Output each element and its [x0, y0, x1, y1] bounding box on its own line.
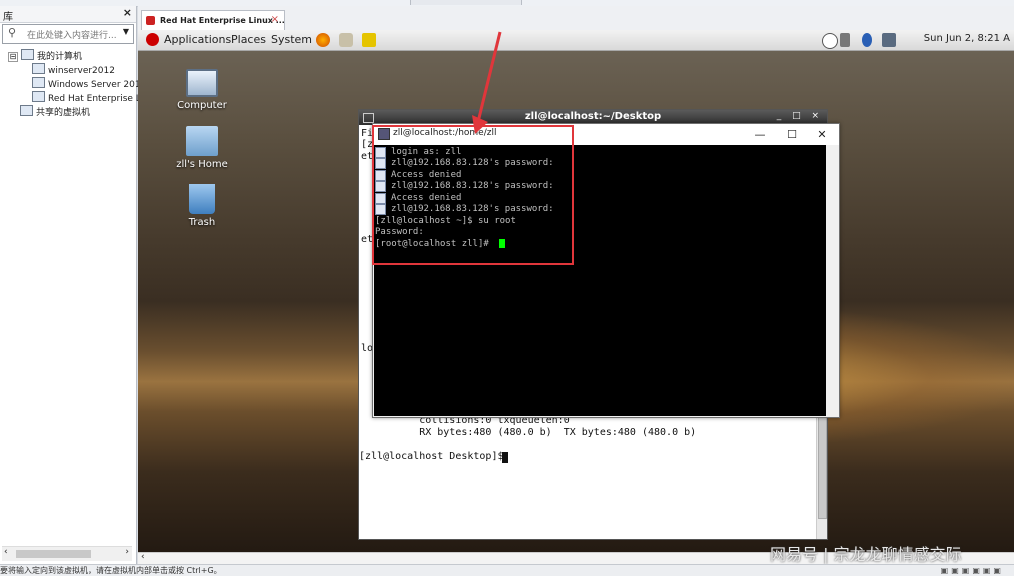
tree-item-vm-selected[interactable]: Red Hat Enterprise L — [32, 91, 141, 104]
back-terminal-title: zll@localhost:~/Desktop — [524, 111, 662, 122]
search-icon: ⚲ — [8, 26, 17, 39]
library-title: 库 — [3, 12, 13, 23]
maximize-button[interactable]: ☐ — [777, 125, 807, 144]
close-button[interactable]: ✕ — [807, 125, 837, 144]
library-header: 库 × — [0, 6, 136, 23]
mail-icon[interactable] — [339, 33, 353, 47]
tree-item-vm[interactable]: Windows Server 201 — [32, 77, 141, 90]
firefox-icon[interactable] — [316, 33, 330, 47]
tree-item-label: Red Hat Enterprise L — [48, 94, 141, 104]
vm-icon — [32, 77, 45, 88]
vm-icon — [32, 91, 45, 102]
tree-item-shared-vms[interactable]: 共享的虚拟机 — [20, 105, 90, 118]
redhat-logo-icon[interactable] — [146, 33, 159, 46]
minimize-button[interactable]: — — [745, 125, 775, 144]
volume-icon[interactable] — [840, 33, 850, 47]
computer-icon — [21, 49, 34, 60]
annotation-arrow-icon — [472, 31, 502, 134]
back-terminal-scrollbar[interactable] — [816, 408, 827, 539]
menu-places[interactable]: Places — [231, 33, 266, 46]
vm-tab-bar: Red Hat Enterprise Linux ... × — [138, 6, 1014, 31]
desktop-icon-home[interactable]: zll's Home — [171, 126, 233, 170]
library-panel: 库 × ⚲ 在此处键入内容进行... ▼ ⊟ 我的计算机 winserver201… — [0, 6, 141, 564]
vm-tab-label: Red Hat Enterprise Linux ... — [160, 16, 285, 25]
computer-icon — [186, 69, 218, 97]
tree-item-label: winserver2012 — [48, 66, 115, 76]
desktop-icon-label: Computer — [177, 100, 227, 111]
scroll-left-icon[interactable]: ‹ — [141, 552, 145, 562]
tree-item-my-computer[interactable]: ⊟ 我的计算机 — [8, 49, 82, 62]
menu-system[interactable]: System — [271, 33, 312, 46]
tree-item-label: Windows Server 201 — [48, 80, 141, 90]
scroll-left-icon[interactable]: ‹ — [4, 547, 8, 557]
library-search-input[interactable]: ⚲ 在此处键入内容进行... ▼ — [2, 24, 134, 44]
tree-item-vm[interactable]: winserver2012 — [32, 63, 115, 76]
vm-tab[interactable]: Red Hat Enterprise Linux ... × — [141, 10, 285, 31]
trash-icon — [189, 184, 215, 214]
putty-scrollbar[interactable] — [826, 145, 838, 416]
status-text: 要将输入定向到该虚拟机，请在虚拟机内部单击或按 Ctrl+G。 — [0, 566, 222, 575]
shared-folder-icon — [20, 105, 33, 116]
desktop-icon-label: zll's Home — [176, 159, 228, 170]
terminal-prompt-line: [zll@localhost Desktop]$ — [359, 451, 510, 462]
collapse-toggle-icon[interactable]: ⊟ — [8, 52, 18, 62]
library-horizontal-scrollbar[interactable]: ‹ › — [2, 546, 132, 561]
scrollbar-thumb[interactable] — [818, 412, 827, 519]
redhat-icon — [146, 16, 155, 25]
host-status-bar: 要将输入定向到该虚拟机，请在虚拟机内部单击或按 Ctrl+G。 ▣▣▣▣▣▣ — [0, 564, 1014, 576]
search-placeholder: 在此处键入内容进行... — [27, 31, 117, 41]
tree-item-label: 共享的虚拟机 — [36, 108, 91, 118]
menu-applications[interactable]: Applications — [164, 33, 231, 46]
gnome-top-panel: Applications Places System Sun Jun 2, 8:… — [138, 30, 1014, 51]
desktop-icon-label: Trash — [188, 217, 216, 228]
scrollbar-thumb[interactable] — [16, 550, 91, 558]
desktop-icon-computer[interactable]: Computer — [171, 69, 233, 111]
vm-icon — [32, 63, 45, 74]
host-tab-segment[interactable] — [410, 0, 522, 5]
terminal-cursor — [502, 452, 508, 463]
bluetooth-icon[interactable] — [862, 33, 872, 47]
chevron-down-icon[interactable]: ▼ — [123, 27, 129, 36]
panel-clock[interactable]: Sun Jun 2, 8:21 A — [924, 33, 1010, 44]
device-status-icons[interactable]: ▣▣▣▣▣▣ — [941, 566, 1004, 575]
network-icon[interactable] — [882, 33, 896, 47]
watermark: 网易号 | 宗龙龙聊情感交际 — [770, 545, 962, 564]
terminal-line: RX bytes:480 (480.0 b) TX bytes:480 (480… — [359, 427, 697, 438]
window-controls[interactable]: _ □ × — [777, 111, 823, 121]
vm-tab-close-button[interactable]: × — [271, 14, 279, 25]
scroll-right-icon[interactable]: › — [125, 547, 129, 557]
library-close-button[interactable]: × — [123, 6, 132, 19]
desktop-icon-trash[interactable]: Trash — [171, 184, 233, 228]
notes-icon[interactable] — [362, 33, 376, 47]
annotation-highlight-box — [372, 125, 574, 265]
tree-item-label: 我的计算机 — [37, 52, 83, 62]
info-icon[interactable] — [822, 33, 838, 49]
home-folder-icon — [186, 126, 218, 156]
